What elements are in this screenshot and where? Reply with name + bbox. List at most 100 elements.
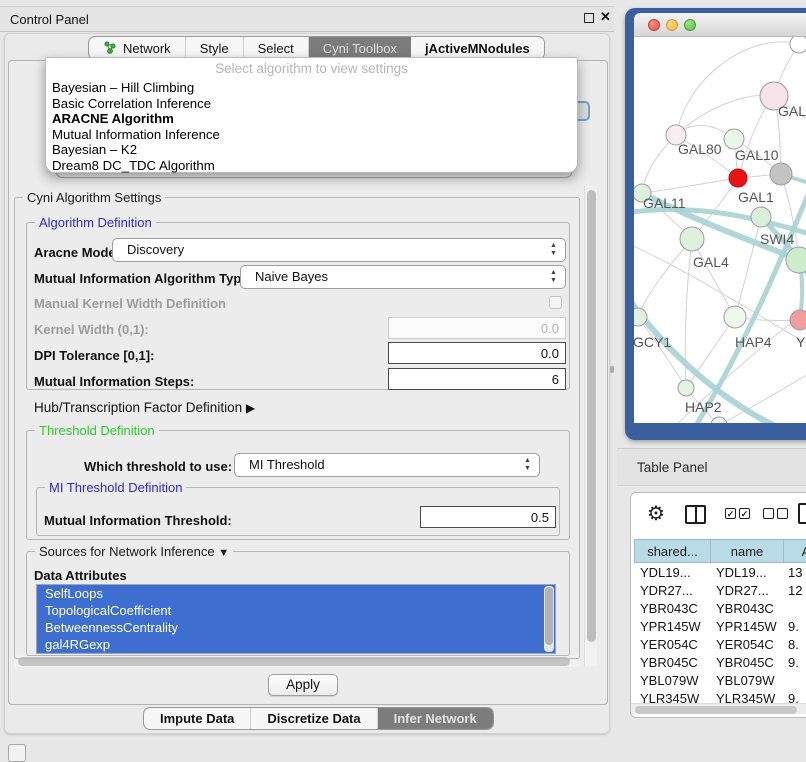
mi-steps-field[interactable] — [388, 368, 566, 390]
tab-infer-network[interactable]: Infer Network — [378, 708, 493, 729]
close-icon[interactable]: ✕ — [600, 9, 611, 25]
zoom-traffic-light-icon[interactable] — [684, 19, 696, 31]
tab-jactivemnodules[interactable]: jActiveMNodules — [411, 37, 544, 59]
table-header: shared... name A — [634, 539, 806, 563]
manual-kernel-checkbox[interactable] — [549, 296, 562, 309]
node-label: SWI4 — [760, 231, 794, 247]
which-threshold-select[interactable]: MI Threshold ▲▼ — [234, 453, 540, 477]
stepper-icon: ▲▼ — [549, 269, 558, 285]
table-row[interactable]: YER054CYER054C8. — [634, 636, 806, 654]
tab-network[interactable]: Network — [89, 37, 186, 59]
node-label: GAL80 — [678, 141, 722, 157]
network-node[interactable] — [680, 227, 704, 251]
float-window-icon[interactable] — [584, 13, 594, 23]
deselect-all-icon[interactable] — [763, 508, 774, 519]
column-header[interactable]: name — [711, 539, 784, 563]
manual-kernel-label: Manual Kernel Width Definition — [34, 296, 226, 311]
attributes-scrollbar-thumb[interactable] — [545, 587, 553, 645]
dpi-tolerance-label: DPI Tolerance [0,1]: — [34, 348, 154, 363]
settings-vertical-scrollbar[interactable] — [584, 186, 597, 666]
network-node[interactable] — [724, 306, 746, 328]
sources-title[interactable]: Sources for Network Inference ▼ — [35, 544, 233, 559]
mi-steps-label: Mutual Information Steps: — [34, 374, 194, 389]
tab-cyni-toolbox[interactable]: Cyni Toolbox — [309, 37, 411, 59]
tab-discretize-data[interactable]: Discretize Data — [251, 708, 377, 729]
minimize-traffic-light-icon[interactable] — [666, 19, 678, 31]
column-header[interactable]: A — [784, 539, 806, 563]
table-row[interactable]: YBR043CYBR043C — [634, 600, 806, 618]
aracne-mode-select[interactable]: Discovery ▲▼ — [112, 238, 566, 262]
select-all-icon[interactable]: ✓ — [725, 508, 736, 519]
tab-impute-data[interactable]: Impute Data — [144, 708, 251, 729]
data-attributes-list[interactable]: SelfLoops TopologicalCoefficient Between… — [36, 584, 556, 654]
network-node[interactable] — [790, 310, 806, 330]
list-item[interactable]: BetweennessCentrality — [37, 619, 555, 636]
menu-item[interactable]: Bayesian – K2 — [50, 142, 573, 158]
stepper-icon: ▲▼ — [549, 242, 558, 258]
network-node[interactable] — [634, 308, 647, 326]
menu-item[interactable]: Bayesian – Hill Climbing — [50, 80, 573, 96]
network-node[interactable] — [724, 129, 744, 149]
settings-gear-icon[interactable]: ⚙ — [647, 501, 665, 526]
expanded-arrow-icon: ▼ — [218, 547, 229, 559]
mi-type-value: Naive Bayes — [255, 269, 328, 284]
mi-threshold-field[interactable] — [420, 506, 556, 528]
table-row[interactable]: YBL079WYBL079W — [634, 672, 806, 690]
network-node[interactable] — [770, 163, 792, 185]
network-view-window[interactable]: GAL GAL80 GAL10 GAL1 GAL11 SWI4 GAL4 GCY… — [625, 8, 806, 440]
which-threshold-value: MI Threshold — [249, 457, 325, 472]
hub-definition-label: Hub/Transcription Factor Definition — [34, 400, 242, 415]
network-edges — [634, 37, 806, 423]
threshold-definition-title: Threshold Definition — [35, 423, 159, 438]
list-item[interactable]: gal4RGexp — [37, 636, 555, 653]
hub-definition-toggle[interactable]: Hub/Transcription Factor Definition ▶ — [34, 400, 255, 415]
stepper-icon: ▲▼ — [523, 457, 532, 473]
tab-style[interactable]: Style — [186, 37, 244, 59]
select-all-icon[interactable]: ✓ — [739, 508, 750, 519]
dpi-tolerance-field[interactable] — [388, 342, 566, 364]
list-item[interactable]: TopologicalCoefficient — [37, 602, 555, 619]
deselect-all-icon[interactable] — [777, 508, 788, 519]
page-icon[interactable] — [798, 503, 806, 524]
network-node-selected[interactable] — [729, 169, 747, 187]
network-canvas[interactable]: GAL GAL80 GAL10 GAL1 GAL11 SWI4 GAL4 GCY… — [634, 37, 806, 423]
minimized-panel-button[interactable] — [8, 744, 26, 762]
tab-select[interactable]: Select — [244, 37, 309, 59]
close-traffic-light-icon[interactable] — [648, 19, 660, 31]
attributes-scrollbar[interactable] — [544, 586, 554, 652]
network-icon — [103, 41, 117, 55]
network-node[interactable] — [678, 380, 694, 396]
menu-item[interactable]: Basic Correlation Inference — [50, 96, 573, 112]
which-threshold-label: Which threshold to use: — [84, 459, 232, 474]
network-node[interactable] — [790, 37, 806, 53]
column-layout-icon[interactable] — [685, 505, 706, 524]
column-header[interactable]: shared... — [634, 539, 711, 563]
control-panel-titlebar: Control Panel — [0, 6, 614, 32]
mi-threshold-label: Mutual Information Threshold: — [44, 513, 232, 528]
mi-type-select[interactable]: Naive Bayes ▲▼ — [240, 265, 566, 289]
table-horizontal-scrollbar[interactable] — [631, 703, 806, 714]
mi-type-label: Mutual Information Algorithm Type: — [34, 271, 253, 286]
network-node[interactable] — [751, 207, 771, 227]
table-row[interactable]: YPR145WYPR145W9. — [634, 618, 806, 636]
table-row[interactable]: YDR27...YDR27...12 — [634, 582, 806, 600]
aracne-mode-value: Discovery — [127, 242, 184, 257]
network-node[interactable] — [711, 417, 727, 423]
apply-button[interactable]: Apply — [268, 674, 338, 696]
cyni-algorithm-settings-title: Cyni Algorithm Settings — [23, 190, 165, 205]
node-label: GAL10 — [735, 147, 779, 163]
table-panel: ⚙ ✓ ✓ shared... name A YDL19...YDL19...1… — [630, 492, 806, 718]
table-scrollbar-thumb[interactable] — [635, 706, 797, 714]
node-label: HAP4 — [735, 334, 772, 350]
splitter-handle[interactable] — [610, 366, 614, 373]
tab-network-label: Network — [123, 41, 171, 56]
menu-item[interactable]: Dream8 DC_TDC Algorithm — [50, 158, 573, 174]
table-row[interactable]: YLR345WYLR345W9. — [634, 690, 806, 703]
list-item[interactable]: SelfLoops — [37, 585, 555, 602]
menu-item[interactable]: ARACNE Algorithm — [50, 111, 573, 127]
kernel-width-field[interactable] — [388, 317, 566, 339]
table-row[interactable]: YBR045CYBR045C9. — [634, 654, 806, 672]
table-row[interactable]: YDL19...YDL19...13 — [634, 564, 806, 582]
vertical-scrollbar-thumb[interactable] — [587, 190, 596, 642]
menu-item[interactable]: Mutual Information Inference — [50, 127, 573, 143]
